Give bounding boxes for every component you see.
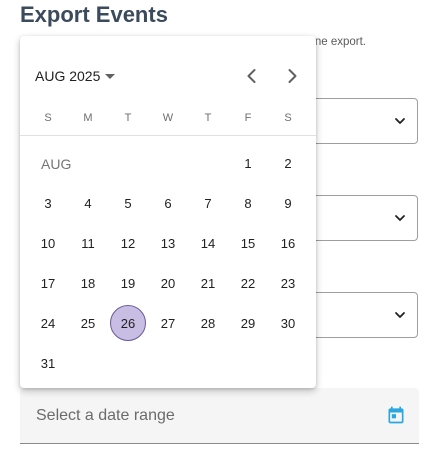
day-cell[interactable]: 6	[150, 185, 186, 221]
weekday-label: F	[244, 112, 252, 124]
day-cell[interactable]: 15	[230, 225, 266, 261]
page-title: Export Events	[20, 2, 168, 27]
day-cell[interactable]: 27	[150, 305, 186, 341]
weekday-label: T	[124, 112, 132, 124]
day-cell[interactable]: 17	[30, 265, 66, 301]
weekday-label: T	[204, 112, 212, 124]
day-cell[interactable]: 8	[230, 185, 266, 221]
weekday-divider	[20, 135, 316, 136]
day-cell[interactable]: 14	[190, 225, 226, 261]
weekday-label: M	[83, 112, 93, 124]
day-cell[interactable]: 31	[30, 345, 66, 381]
day-cell[interactable]: 24	[30, 305, 66, 341]
day-cell[interactable]: 20	[150, 265, 186, 301]
day-cell[interactable]: 3	[30, 185, 66, 221]
month-label: AUG	[41, 156, 72, 172]
day-cell[interactable]: 21	[190, 265, 226, 301]
weekday-label: W	[162, 112, 174, 124]
period-label: AUG 2025	[35, 68, 101, 84]
day-cell[interactable]: 25	[70, 305, 106, 341]
day-cell[interactable]: 13	[150, 225, 186, 261]
period-selector[interactable]: AUG 2025	[35, 64, 116, 88]
day-cell[interactable]: 2	[270, 145, 306, 181]
day-cell[interactable]: 7	[190, 185, 226, 221]
day-cell[interactable]: 18	[70, 265, 106, 301]
calendar-popup: AUG 2025 S M T W T F S AUG 1 2 3 4 5 6 7 8 9 10 11…	[20, 36, 316, 388]
day-cell[interactable]: 4	[70, 185, 106, 221]
chevron-down-icon	[395, 118, 405, 124]
day-cell[interactable]: 11	[70, 225, 106, 261]
chevron-right-icon[interactable]	[280, 64, 304, 88]
day-cell[interactable]: 28	[190, 305, 226, 341]
chevron-down-icon	[395, 312, 405, 318]
weekday-label: S	[284, 112, 292, 124]
day-cell[interactable]: 19	[110, 265, 146, 301]
day-cell[interactable]: 16	[270, 225, 306, 261]
export-events-page: Export Events ne export. Select a date r…	[0, 0, 439, 457]
day-cell[interactable]: 23	[270, 265, 306, 301]
chevron-down-icon	[395, 215, 405, 221]
day-cell-selected[interactable]: 26	[110, 305, 146, 341]
day-cell[interactable]: 30	[270, 305, 306, 341]
day-cell[interactable]: 5	[110, 185, 146, 221]
day-cell[interactable]: 10	[30, 225, 66, 261]
day-cell[interactable]: 12	[110, 225, 146, 261]
weekday-header: S M T W T F S	[28, 112, 308, 126]
date-range-placeholder: Select a date range	[36, 407, 175, 424]
weekday-label: S	[44, 112, 52, 124]
day-cell[interactable]: 29	[230, 305, 266, 341]
calendar-icon[interactable]	[386, 405, 406, 425]
date-range-field[interactable]: Select a date range	[20, 388, 419, 444]
chevron-left-icon[interactable]	[240, 64, 264, 88]
day-cell[interactable]: 9	[270, 185, 306, 221]
day-cell[interactable]: 22	[230, 265, 266, 301]
day-cell[interactable]: 1	[230, 145, 266, 181]
caret-down-icon	[105, 73, 116, 79]
